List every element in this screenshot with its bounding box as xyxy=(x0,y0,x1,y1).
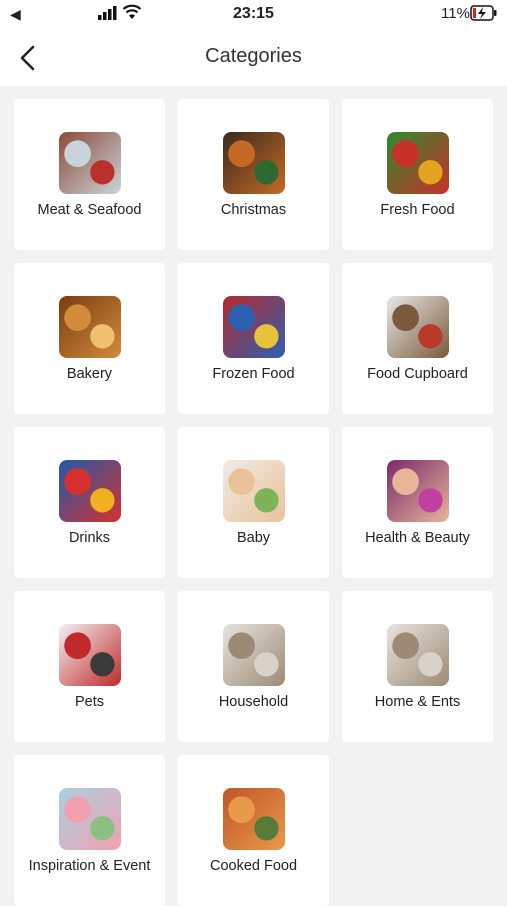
category-label: Drinks xyxy=(68,530,111,546)
meat-seafood-image xyxy=(58,132,121,194)
cooked-food-image xyxy=(222,788,285,850)
nav-header: Categories xyxy=(0,30,507,86)
category-label: Meat & Seafood xyxy=(37,202,142,218)
category-label: Bakery xyxy=(66,366,113,382)
category-card-home-ents[interactable]: Home & Ents xyxy=(342,591,493,742)
category-card-fresh-food[interactable]: Fresh Food xyxy=(342,99,493,250)
battery-charging-icon xyxy=(470,5,497,21)
category-label: Household xyxy=(218,694,289,710)
category-card-pets[interactable]: Pets xyxy=(14,591,165,742)
category-label: Cooked Food xyxy=(209,858,298,874)
category-label: Frozen Food xyxy=(212,366,295,382)
category-card-baby[interactable]: Baby xyxy=(178,427,329,578)
category-grid: Meat & Seafood Christmas Fresh Food Bakery F… xyxy=(14,99,494,906)
pets-image xyxy=(58,624,121,686)
category-label: Christmas xyxy=(220,202,287,218)
home-ents-image xyxy=(386,624,449,686)
baby-image xyxy=(222,460,285,522)
category-label: Baby xyxy=(236,530,271,546)
category-label: Food Cupboard xyxy=(367,366,468,382)
category-card-household[interactable]: Household xyxy=(178,591,329,742)
category-card-meat-seafood[interactable]: Meat & Seafood xyxy=(14,99,165,250)
household-image xyxy=(222,624,285,686)
fresh-food-image xyxy=(386,132,449,194)
category-card-christmas[interactable]: Christmas xyxy=(178,99,329,250)
christmas-image xyxy=(222,132,285,194)
category-label: Fresh Food xyxy=(380,202,455,218)
health-beauty-image xyxy=(386,460,449,522)
category-label: Inspiration & Event xyxy=(28,858,151,874)
frozen-food-image xyxy=(222,296,285,358)
category-label: Health & Beauty xyxy=(365,530,470,546)
category-card-inspiration-event[interactable]: Inspiration & Event xyxy=(14,755,165,906)
category-label: Pets xyxy=(74,694,104,710)
drinks-image xyxy=(58,460,121,522)
page-title: Categories xyxy=(205,45,302,67)
category-card-health-beauty[interactable]: Health & Beauty xyxy=(342,427,493,578)
category-card-cooked-food[interactable]: Cooked Food xyxy=(178,755,329,906)
status-time: 23:15 xyxy=(233,5,274,22)
category-card-bakery[interactable]: Bakery xyxy=(14,263,165,414)
category-card-food-cupboard[interactable]: Food Cupboard xyxy=(342,263,493,414)
category-label: Home & Ents xyxy=(374,694,461,710)
battery-percentage: 11% xyxy=(441,5,470,22)
food-cupboard-image xyxy=(386,296,449,358)
category-card-drinks[interactable]: Drinks xyxy=(14,427,165,578)
category-card-frozen-food[interactable]: Frozen Food xyxy=(178,263,329,414)
bakery-image xyxy=(58,296,121,358)
status-bar: ◀ 23:15 11% xyxy=(0,0,507,30)
inspiration-event-image xyxy=(58,788,121,850)
